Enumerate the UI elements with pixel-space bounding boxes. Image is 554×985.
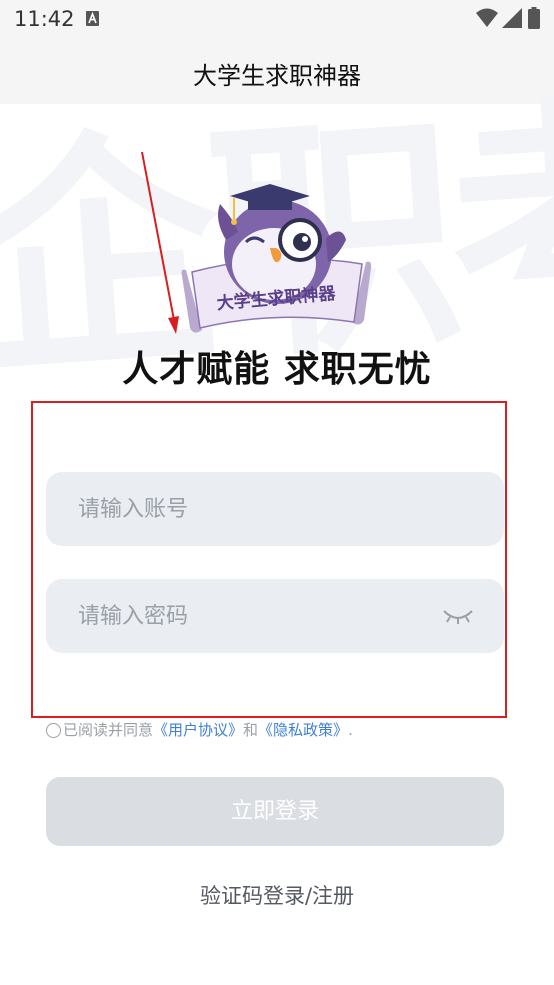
login-screen: 11:42 大学生求职神器 企职考 (0, 0, 554, 985)
login-button[interactable]: 立即登录 (46, 777, 504, 846)
password-input[interactable] (78, 579, 438, 653)
user-agreement-link[interactable]: 《用户协议》 (153, 721, 243, 739)
status-bar: 11:42 (0, 0, 554, 38)
password-field[interactable] (46, 579, 504, 653)
eye-closed-icon[interactable] (442, 605, 474, 627)
account-input[interactable] (78, 472, 438, 546)
agreement-prefix: 已阅读并同意 (63, 721, 154, 739)
owl-mascot-logo: 大学生求职神器 (181, 184, 372, 333)
battery-icon (528, 7, 540, 29)
slogan: 人才赋能 求职无忧 (122, 348, 432, 390)
wifi-icon (476, 8, 498, 27)
privacy-policy-link[interactable]: 《隐私政策》 (258, 721, 348, 739)
agreement-conjunction: 和 (243, 721, 259, 739)
sms-login-register-link[interactable]: 验证码登录/注册 (0, 880, 554, 910)
agreement-row: 已阅读并同意《用户协议》和《隐私政策》. (46, 719, 353, 741)
status-time: 11:42 (14, 7, 75, 31)
account-field[interactable] (46, 472, 504, 546)
a-letter-icon (86, 11, 99, 26)
agreement-radio[interactable] (46, 723, 61, 738)
annotation-arrow (141, 151, 179, 334)
cell-signal-icon (502, 8, 522, 28)
agreement-suffix: . (348, 721, 353, 739)
annotation-highlight-box (31, 401, 507, 718)
